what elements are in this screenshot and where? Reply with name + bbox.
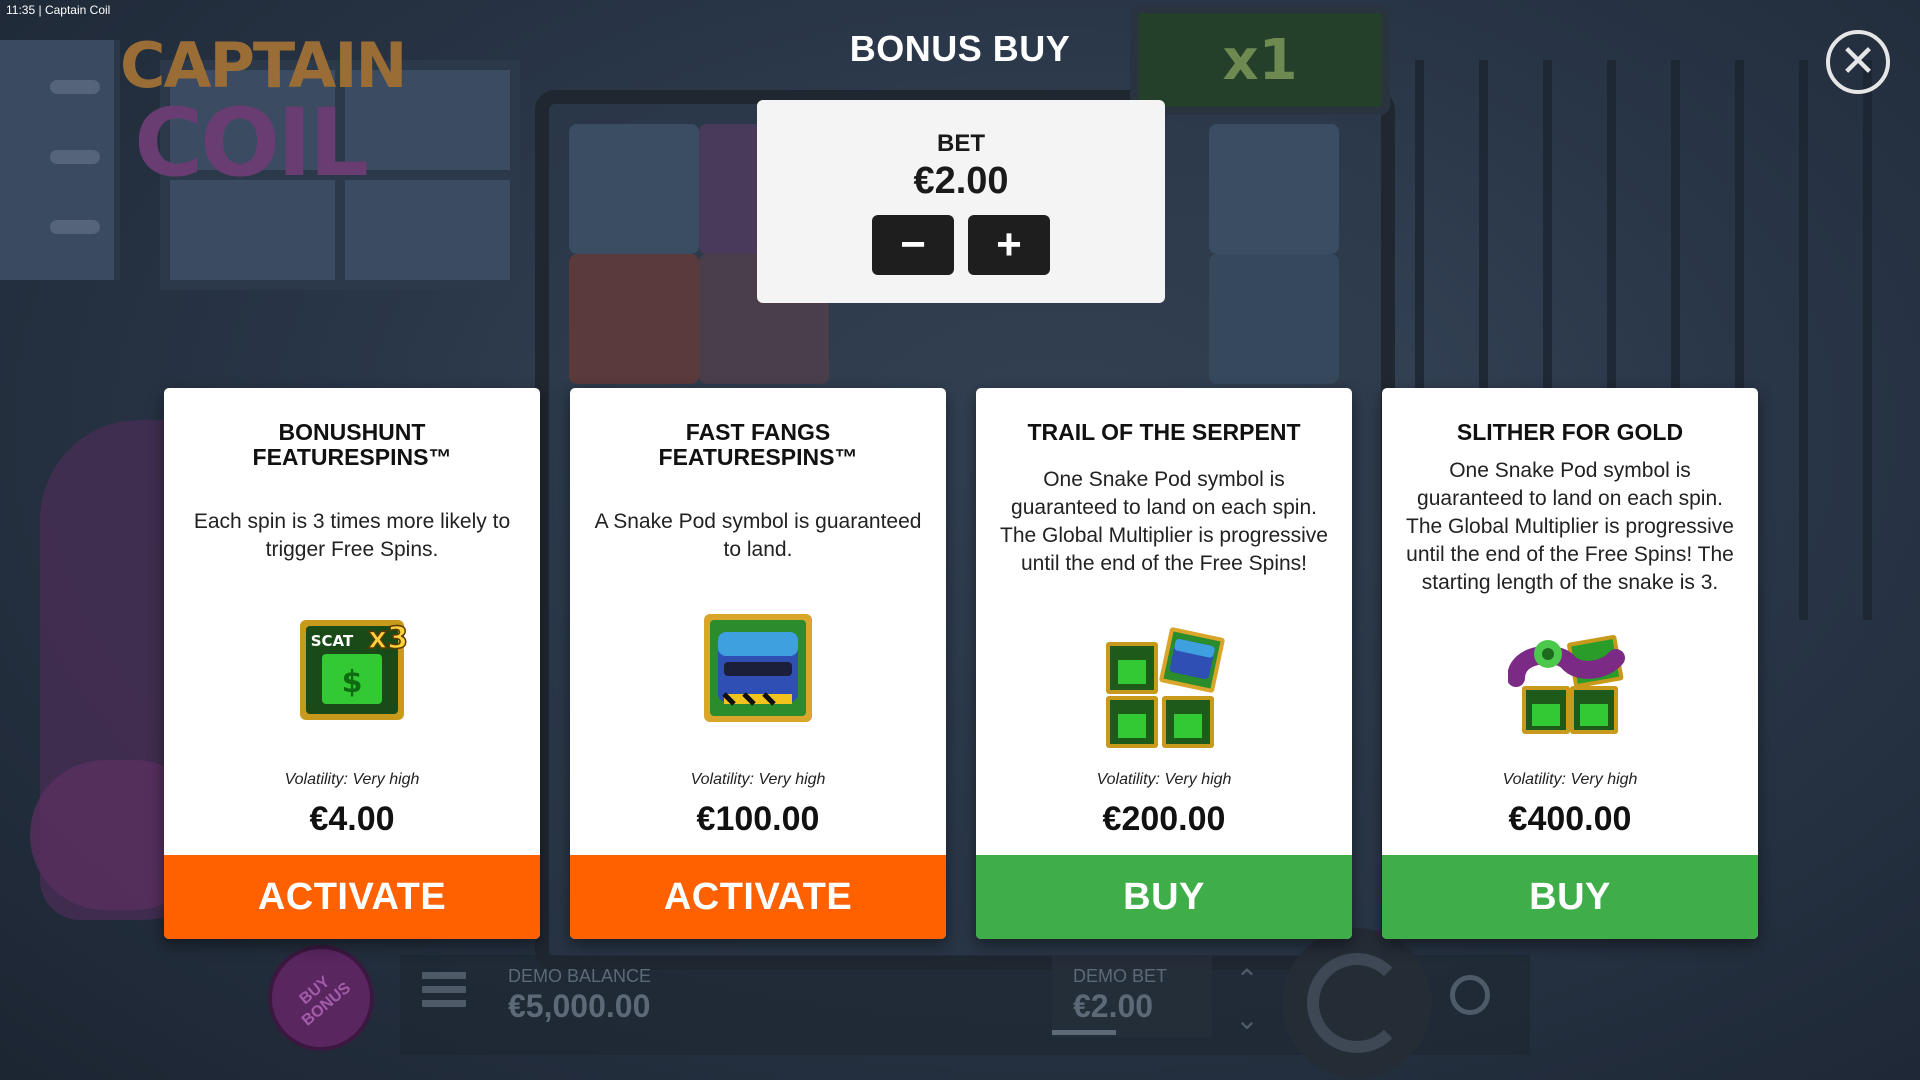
scatter-trio-with-pod-icon [1102,626,1226,755]
card-description: One Snake Pod symbol is guaranteed to la… [1000,468,1328,575]
buy-button[interactable]: BUY [976,855,1352,939]
bonus-card-slither-for-gold: SLITHER FOR GOLD One Snake Pod symbol is… [1382,388,1758,939]
bonus-card-fast-fangs: FAST FANGS FEATURESPINS™ A Snake Pod sym… [570,388,946,939]
logo-line-2: COIL [134,89,369,198]
card-description: One Snake Pod symbol is guaranteed to la… [1406,459,1734,594]
bet-panel: BET €2.00 − + [757,100,1165,303]
bonus-card-bonushunt: BONUSHUNT FEATURESPINS™ Each spin is 3 t… [164,388,540,939]
activate-button[interactable]: ACTIVATE [570,855,946,939]
chevron-up-icon[interactable]: ⌃ [1232,960,1262,1000]
autoplay-icon[interactable] [1450,975,1490,1015]
bet-value: €2.00 [913,160,1009,202]
menu-icon[interactable] [422,972,466,1012]
bet-underline [1052,1030,1116,1035]
scatter-x3-icon: $ SCAT x3 [292,610,412,727]
card-price: €200.00 [1102,800,1226,838]
balance-label: DEMO BALANCE [508,966,652,986]
bet-label: BET [937,130,985,157]
status-bar: 11:35 | Captain Coil [6,3,111,17]
card-volatility: Volatility: Very high [690,771,826,788]
card-title: FAST FANGS FEATURESPINS™ [658,419,858,470]
card-price: €4.00 [309,800,395,838]
card-price: €100.00 [696,800,820,838]
spin-icon [1307,953,1407,1053]
snake-on-scatters-icon [1507,632,1632,761]
card-volatility: Volatility: Very high [284,771,420,788]
balance-value: €5,000.00 [508,988,651,1024]
card-volatility: Volatility: Very high [1502,771,1638,788]
bottom-bet-label: DEMO BET [1073,966,1168,986]
card-title: SLITHER FOR GOLD [1456,419,1684,445]
card-description: Each spin is 3 times more likely to trig… [193,510,511,561]
card-description: A Snake Pod symbol is guaranteed to land… [594,510,922,561]
snake-pod-icon [702,612,814,729]
svg-text:$: $ [342,665,363,700]
card-title: BONUSHUNT FEATURESPINS™ [252,419,452,470]
bet-increase-button[interactable]: + [968,215,1050,275]
status-app-title: Captain Coil [44,3,111,17]
card-volatility: Volatility: Very high [1096,771,1232,788]
buy-button[interactable]: BUY [1382,855,1758,939]
status-time: 11:35 [6,3,36,17]
background-drawers [0,40,120,280]
page-title: BONUS BUY [849,28,1071,69]
chevron-down-icon[interactable]: ⌄ [1232,1000,1262,1040]
spin-button[interactable] [1282,928,1432,1078]
activate-button[interactable]: ACTIVATE [164,855,540,939]
buy-bonus-label: BUY BONUS [296,973,355,1030]
bonus-card-trail-of-the-serpent: TRAIL OF THE SERPENT One Snake Pod symbo… [976,388,1352,939]
close-icon[interactable]: ✕ [1826,30,1890,94]
card-price: €400.00 [1508,800,1632,838]
bonus-cards: BONUSHUNT FEATURESPINS™ Each spin is 3 t… [164,388,1758,939]
card-title: TRAIL OF THE SERPENT [1027,419,1301,445]
svg-text:SCAT: SCAT [311,632,354,650]
bottom-bet-value: €2.00 [1073,988,1154,1024]
bet-arrows[interactable]: ⌃ ⌄ [1232,960,1262,1040]
svg-text:x3: x3 [368,621,408,656]
bet-decrease-button[interactable]: − [872,215,954,275]
